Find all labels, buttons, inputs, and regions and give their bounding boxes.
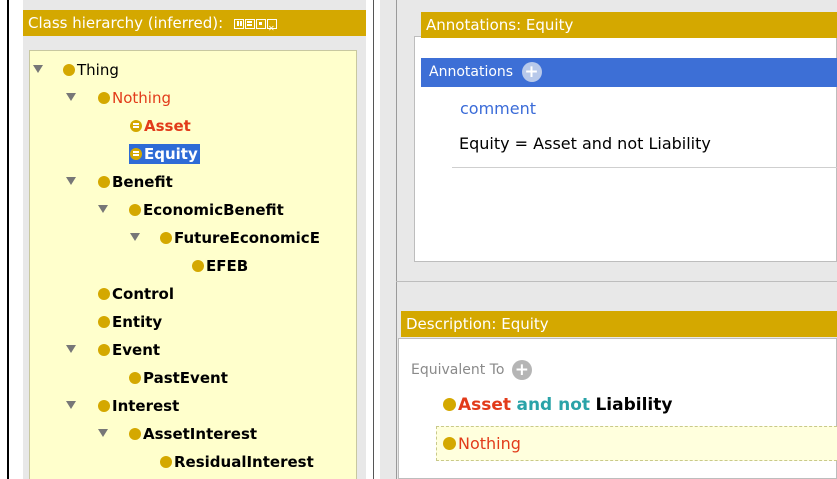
frame-left-line [7, 0, 9, 479]
class-icon [98, 288, 110, 300]
view-icon-2[interactable] [244, 18, 255, 29]
class-hierarchy-title: Class hierarchy (inferred): [28, 14, 224, 32]
tree-item-control[interactable]: Control [98, 281, 174, 308]
tree-item-interest[interactable]: Interest [98, 393, 179, 420]
defined-class-icon [130, 148, 142, 160]
tree-item-economicbenefit[interactable]: EconomicBenefit [129, 197, 284, 224]
class-icon [129, 204, 141, 216]
add-equivalent-button[interactable]: + [511, 360, 532, 380]
tree-item-event[interactable]: Event [98, 337, 160, 364]
tree-item-efeb[interactable]: EFEB [192, 253, 248, 280]
tree-item-entity[interactable]: Entity [98, 309, 162, 336]
expand-arrow-icon[interactable] [66, 345, 76, 353]
annotations-subheader: Annotations + [421, 58, 837, 87]
annotations-label: Annotations [429, 64, 514, 80]
tree-item-nothing[interactable]: Nothing [98, 85, 171, 112]
description-title: Description: Equity [406, 315, 549, 333]
panel-gap-line [396, 281, 837, 282]
class-icon [98, 92, 110, 104]
tree-item-residualinterest[interactable]: ResidualInterest [160, 449, 314, 476]
description-header: Description: Equity [401, 311, 837, 337]
tree-item-benefit[interactable]: Benefit [98, 169, 173, 196]
annotation-property[interactable]: comment [460, 99, 536, 118]
tree-item-thing[interactable]: Thing [63, 57, 119, 84]
add-annotation-button[interactable]: + [521, 62, 542, 82]
annotation-value[interactable]: Equity = Asset and not Liability [459, 134, 711, 153]
view-icon-3[interactable] [255, 18, 266, 29]
class-icon [160, 232, 172, 244]
expand-arrow-icon[interactable] [98, 429, 108, 437]
expand-arrow-icon[interactable] [130, 233, 140, 241]
class-icon [443, 437, 456, 450]
expand-arrow-icon[interactable] [66, 177, 76, 185]
annotations-title: Annotations: Equity [426, 16, 574, 34]
expand-arrow-icon[interactable] [33, 65, 43, 73]
equivalent-to-label: Equivalent To + [411, 360, 532, 380]
class-icon [192, 260, 204, 272]
expand-arrow-icon[interactable] [98, 205, 108, 213]
inferred-nothing[interactable]: Nothing [443, 434, 521, 453]
view-icon-1[interactable] [233, 18, 244, 29]
annotations-header: Annotations: Equity [421, 12, 837, 38]
expr-liability: Liability [595, 395, 673, 415]
class-icon [98, 316, 110, 328]
expand-arrow-icon[interactable] [66, 93, 76, 101]
tree-item-asset[interactable]: Asset [130, 113, 191, 140]
class-icon [129, 372, 141, 384]
close-view-icon[interactable] [266, 16, 277, 36]
tree-item-equity[interactable]: Equity [129, 141, 200, 168]
right-inner-line [396, 0, 397, 479]
expand-arrow-icon[interactable] [66, 401, 76, 409]
class-icon [129, 428, 141, 440]
class-tree: Thing Nothing Asset Equity Benefit Econo… [29, 50, 357, 479]
equivalent-expression[interactable]: Asset and not Liability [443, 395, 672, 415]
tree-item-assetinterest[interactable]: AssetInterest [129, 421, 257, 448]
class-hierarchy-header: Class hierarchy (inferred): [23, 10, 366, 36]
expr-asset: Asset [458, 395, 512, 415]
frame-divider-line [373, 0, 374, 479]
class-icon [98, 400, 110, 412]
tree-item-pastevent[interactable]: PastEvent [129, 365, 228, 392]
class-icon [98, 344, 110, 356]
defined-class-icon [130, 120, 142, 132]
class-icon [98, 176, 110, 188]
class-icon [443, 398, 456, 411]
view-controls [233, 16, 277, 36]
class-icon [63, 64, 75, 76]
class-hierarchy-panel: Class hierarchy (inferred): Thing Nothin… [23, 0, 366, 479]
expr-keyword: and not [516, 395, 591, 415]
tree-item-futureeconomic[interactable]: FutureEconomicE [160, 225, 320, 252]
annotation-divider [452, 167, 837, 168]
class-icon [160, 456, 172, 468]
selected-class: Equity [129, 144, 200, 164]
